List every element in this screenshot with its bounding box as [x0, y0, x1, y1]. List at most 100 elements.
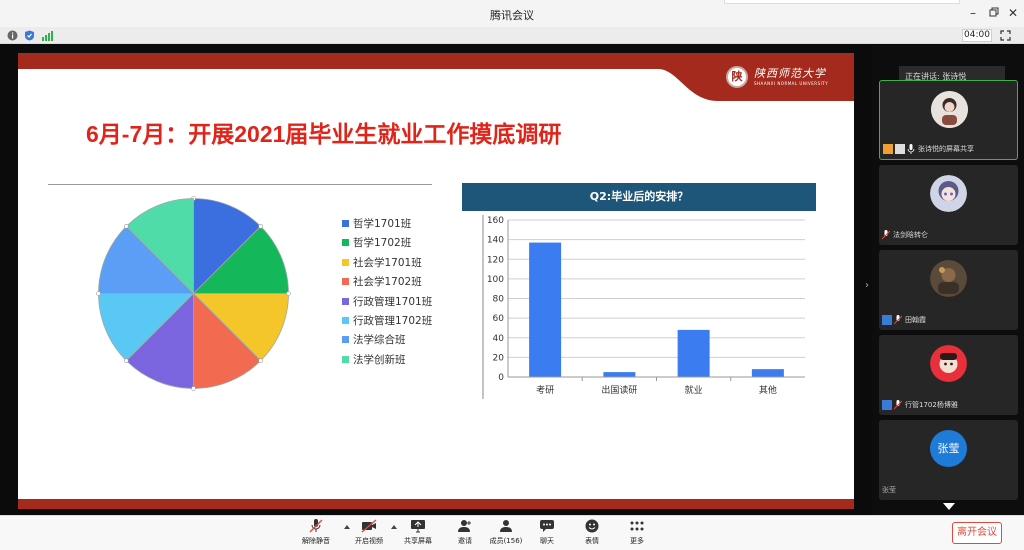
- tile-label: 张诗悦的屏幕共享: [883, 142, 974, 156]
- y-tick-label: 60: [493, 314, 505, 324]
- user-icon: [882, 315, 892, 325]
- scroll-down-arrow-icon[interactable]: [943, 503, 955, 510]
- top-notification-strip: [724, 0, 960, 4]
- slide-footer-bar: [18, 499, 854, 509]
- chat-label: 聊天: [540, 537, 554, 545]
- avatar: [930, 345, 967, 382]
- x-tick-label: 就业: [685, 384, 703, 396]
- emoji-button[interactable]: 表情: [572, 519, 612, 549]
- pie-slice-handle: [191, 386, 196, 391]
- signal-icon[interactable]: [42, 30, 53, 41]
- y-tick-label: 160: [487, 216, 504, 226]
- tile-label: 法剑晗转仑: [882, 228, 928, 242]
- y-tick-label: 20: [493, 353, 505, 363]
- window-title: 腾讯会议: [490, 9, 534, 22]
- bar: [677, 329, 710, 377]
- legend-label: 哲学1701班: [353, 218, 412, 230]
- participant-name: 张诗悦的屏幕共享: [918, 145, 974, 153]
- share-label: 共享屏幕: [404, 537, 432, 545]
- legend-swatch: [342, 355, 349, 363]
- unmute-label: 解除静音: [302, 537, 330, 545]
- mic-muted-icon: [882, 230, 890, 240]
- screen-share-icon: [895, 144, 905, 154]
- members-button[interactable]: 成员(156): [486, 519, 526, 549]
- slide-title: 6月-7月：开展2021届毕业生就业工作摸底调研: [86, 121, 562, 147]
- close-icon[interactable]: ✕: [1006, 6, 1020, 20]
- legend-swatch: [342, 297, 349, 305]
- chat-icon: [540, 520, 554, 532]
- legend-swatch: [342, 336, 349, 344]
- share-screen-button[interactable]: 共享屏幕: [398, 519, 438, 549]
- y-tick-label: 140: [487, 236, 504, 246]
- bar-chart-title: Q2:毕业后的安排？: [462, 183, 816, 211]
- meeting-window: 腾讯会议 – ✕ 04:00 陕 陕西师范大学 SHAANXI NORMAL U…: [0, 0, 1024, 550]
- emoji-label: 表情: [585, 537, 599, 545]
- legend-label: 法学综合班: [353, 334, 406, 347]
- participant-tile[interactable]: 张诗悦的屏幕共享: [879, 80, 1018, 160]
- unmute-button[interactable]: 解除静音: [296, 519, 336, 549]
- y-tick-label: 120: [487, 255, 504, 265]
- y-tick-label: 80: [493, 295, 505, 305]
- title-bar: 腾讯会议 – ✕: [0, 0, 1024, 27]
- invite-icon: [458, 520, 471, 532]
- members-label: 成员(156): [489, 537, 523, 545]
- legend-label: 行政管理1701班: [353, 295, 433, 308]
- invite-label: 邀请: [458, 537, 472, 545]
- restore-icon[interactable]: [987, 6, 1001, 20]
- legend-swatch: [342, 278, 349, 286]
- collapse-panel-icon[interactable]: ›: [865, 280, 873, 294]
- user-icon: [882, 400, 892, 410]
- video-options-caret-icon[interactable]: [391, 525, 397, 529]
- mic-muted-icon: [894, 315, 902, 325]
- participant-tile[interactable]: 张莹 张莹: [879, 420, 1018, 500]
- shield-icon[interactable]: [24, 30, 35, 41]
- mic-icon: [907, 144, 915, 154]
- x-tick-label: 出国读研: [601, 384, 637, 396]
- emoji-icon: [585, 519, 599, 533]
- leave-meeting-button[interactable]: 离开会议: [952, 522, 1002, 544]
- participant-panel: › 正在讲话: 张诗悦 张诗悦的屏幕共享 法剑晗转仑 田翰霞 行管1702杨博雅…: [865, 45, 1024, 515]
- participant-tile[interactable]: 法剑晗转仑: [879, 165, 1018, 245]
- more-button[interactable]: 更多: [617, 519, 657, 549]
- legend-label: 行政管理1702班: [353, 314, 433, 327]
- meeting-timer: 04:00: [962, 29, 992, 42]
- avatar: [931, 91, 968, 128]
- start-video-button[interactable]: 开启视频: [349, 519, 389, 549]
- pie-slice-handle: [258, 224, 263, 229]
- avatar: [930, 260, 967, 297]
- participant-tile[interactable]: 行管1702杨博雅: [879, 335, 1018, 415]
- shared-screen-area: 陕 陕西师范大学 SHAANXI NORMAL UNIVERSITY 6月-7月…: [0, 45, 872, 515]
- members-icon: [500, 520, 512, 532]
- y-tick-label: 0: [498, 373, 504, 383]
- more-label: 更多: [630, 537, 644, 545]
- bar: [529, 242, 562, 377]
- participant-tile[interactable]: 田翰霞: [879, 250, 1018, 330]
- video-off-icon: [361, 519, 377, 533]
- participant-name: 张莹: [882, 486, 896, 494]
- mic-muted-icon: [894, 400, 902, 410]
- info-icon[interactable]: [7, 30, 18, 41]
- share-screen-icon: [411, 520, 425, 533]
- legend-label: 法学创新班: [353, 353, 406, 366]
- tile-label: 行管1702杨博雅: [882, 398, 958, 412]
- invite-button[interactable]: 邀请: [445, 519, 485, 549]
- participant-name: 法剑晗转仑: [893, 231, 928, 239]
- chat-button[interactable]: 聊天: [527, 519, 567, 549]
- minimize-icon[interactable]: –: [966, 6, 980, 20]
- fullscreen-icon[interactable]: [1000, 30, 1011, 41]
- legend-label: 社会学1702班: [353, 276, 422, 289]
- university-english-name: SHAANXI NORMAL UNIVERSITY: [754, 81, 829, 86]
- participant-name: 田翰霞: [905, 316, 926, 324]
- video-label: 开启视频: [355, 537, 383, 545]
- bar-chart: 0 20 40 60 80 100 120 140 160 考研 出国读研 就业 其他: [482, 215, 805, 399]
- pie-slice-handle: [124, 224, 129, 229]
- presentation-slide: 陕 陕西师范大学 SHAANXI NORMAL UNIVERSITY 6月-7月…: [18, 53, 854, 509]
- legend-label: 社会学1701班: [353, 256, 422, 269]
- avatar: [930, 175, 967, 212]
- pie-slice-handle: [286, 291, 291, 296]
- meeting-info-bar: 04:00: [0, 27, 1024, 44]
- host-icon: [883, 144, 893, 154]
- university-name-logo: 陕西师范大学: [754, 67, 826, 80]
- pie-slice-handle: [96, 291, 101, 296]
- tile-label: 田翰霞: [882, 313, 926, 327]
